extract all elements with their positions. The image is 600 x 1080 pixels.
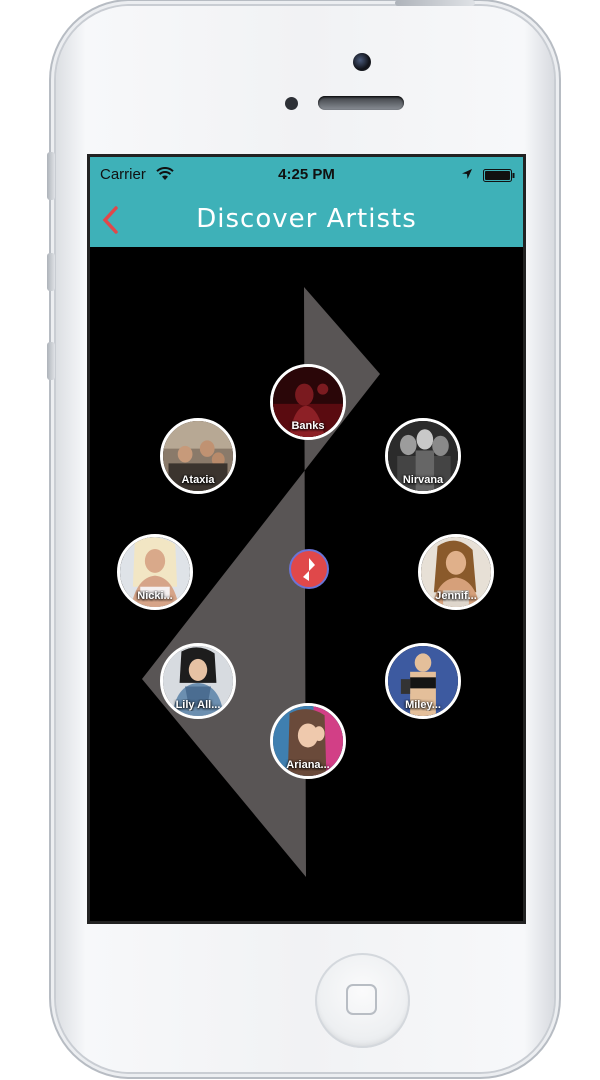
navigation-bar: Discover Artists — [90, 195, 523, 247]
artist-bubble-jennifer[interactable]: Jennif... — [418, 534, 494, 610]
page-title: Discover Artists — [196, 204, 417, 234]
artist-bubble-lily-allen[interactable]: Lily All... — [160, 643, 236, 719]
artist-name: Nirvana — [402, 474, 444, 486]
app-logo-icon[interactable] — [289, 549, 329, 589]
location-arrow-icon — [462, 169, 472, 179]
front-camera — [353, 53, 371, 71]
artist-bubble-banks[interactable]: Banks — [270, 364, 346, 440]
screen: Carrier 4:25 PM Discover Artists Banks N… — [87, 154, 526, 924]
artist-name: Nicki... — [137, 590, 173, 602]
mute-switch[interactable] — [47, 152, 55, 200]
artist-name: Banks — [291, 420, 325, 432]
artist-name: Ariana... — [286, 759, 330, 771]
status-time: 4:25 PM — [278, 166, 335, 183]
artist-name: Lily All... — [175, 699, 221, 711]
volume-down-button[interactable] — [47, 342, 55, 380]
artist-bubble-ariana[interactable]: Ariana... — [270, 703, 346, 779]
artist-wheel: Banks Nirvana Jennif... Miley... Ariana.… — [90, 247, 523, 921]
status-bar: Carrier 4:25 PM — [90, 157, 523, 195]
volume-up-button[interactable] — [47, 253, 55, 291]
artist-name: Ataxia — [181, 474, 215, 486]
artist-name: Jennif... — [435, 590, 477, 602]
home-button[interactable] — [315, 953, 410, 1048]
artist-bubble-nirvana[interactable]: Nirvana — [385, 418, 461, 494]
artist-bubble-miley[interactable]: Miley... — [385, 643, 461, 719]
artist-bubble-nicki[interactable]: Nicki... — [117, 534, 193, 610]
power-button[interactable] — [395, 0, 475, 6]
artist-bubble-ataxia[interactable]: Ataxia — [160, 418, 236, 494]
artist-name: Miley... — [405, 699, 441, 711]
earpiece-speaker — [318, 96, 404, 110]
home-square-icon — [346, 984, 377, 1015]
battery-icon — [483, 169, 515, 182]
proximity-sensor — [285, 97, 298, 110]
